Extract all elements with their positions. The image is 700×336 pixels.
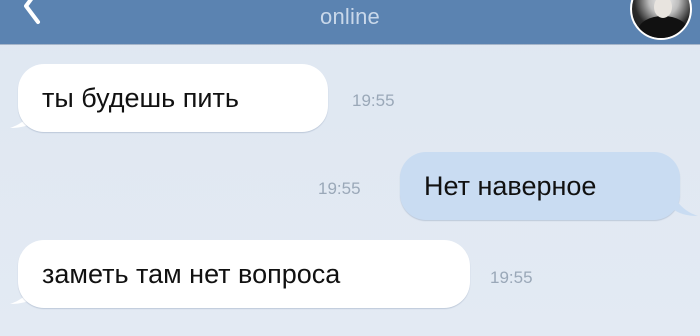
chat-screen: online ты будешь пить 19:55 19:55 Нет на… — [0, 0, 700, 336]
message-text: ты будешь пить — [42, 82, 239, 113]
message-time: 19:55 — [490, 268, 533, 287]
contact-status: online — [320, 4, 380, 29]
avatar-face — [654, 0, 672, 18]
message-bubble[interactable]: заметь там нет вопроса — [18, 240, 470, 308]
message-text: Нет наверное — [424, 170, 597, 201]
message-time: 19:55 — [318, 179, 361, 198]
message-bubble[interactable]: Нет наверное — [400, 152, 680, 220]
avatar-figure — [638, 16, 688, 38]
avatar[interactable] — [630, 0, 692, 40]
message-time: 19:55 — [352, 91, 395, 110]
outgoing-bubble-tail — [672, 190, 698, 216]
message-text: заметь там нет вопроса — [42, 258, 341, 289]
message-bubble[interactable]: ты будешь пить — [18, 64, 328, 132]
chat-header: online — [0, 0, 700, 44]
